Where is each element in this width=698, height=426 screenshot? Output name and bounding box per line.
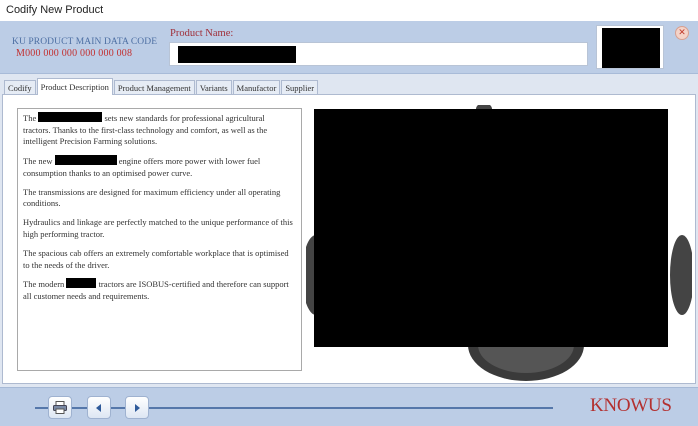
paragraph-text: The new: [23, 156, 53, 167]
product-image: [306, 105, 692, 381]
product-name-field[interactable]: [169, 42, 588, 66]
description-paragraph-4: Hydraulics and linkage are perfectly mat…: [23, 217, 293, 239]
tab-product-management[interactable]: Product Management: [113, 80, 195, 95]
knowus-logo: KNOWUS: [590, 395, 672, 416]
redacted-text: [66, 278, 97, 289]
title-bar: Codify New Product: [0, 0, 698, 21]
content-area: Codify Product Description Product Manag…: [0, 74, 698, 387]
tab-supplier[interactable]: Supplier: [281, 80, 319, 95]
code-value: M000 000 000 000 000 008: [16, 48, 133, 59]
description-paragraph-2: The new engine offers more power with lo…: [23, 155, 293, 179]
tab-manufactor[interactable]: Manufactor: [232, 80, 281, 95]
redacted-product-image: [314, 109, 668, 347]
close-icon: ✕: [678, 28, 686, 38]
arrow-left-icon: [96, 403, 101, 412]
tab-product-description[interactable]: Product Description: [36, 78, 113, 95]
redacted-text: [38, 112, 103, 122]
description-paragraph-5: The spacious cab offers an extremely com…: [23, 247, 289, 270]
redacted-product-name: [178, 46, 296, 63]
tab-bar: Codify Product Description Product Manag…: [4, 78, 319, 95]
description-paragraph-3: The transmissions are designed for maxim…: [23, 186, 281, 209]
code-label: KU PRODUCT MAIN DATA CODE: [12, 37, 158, 47]
paragraph-text: The modern: [23, 279, 65, 290]
arrow-right-icon: [135, 403, 140, 412]
next-button[interactable]: [125, 396, 149, 419]
navigation-track: [35, 407, 553, 409]
description-panel: The sets new standards for professional …: [2, 94, 696, 384]
product-header: KU PRODUCT MAIN DATA CODE M000 000 000 0…: [0, 21, 698, 74]
product-thumbnail[interactable]: [596, 25, 664, 69]
redacted-thumbnail: [602, 28, 660, 68]
printer-icon: [53, 401, 67, 414]
description-paragraph-1: The sets new standards for professional …: [23, 112, 293, 148]
close-button[interactable]: ✕: [675, 26, 689, 40]
product-name-label: Product Name:: [170, 28, 234, 39]
redacted-text: [54, 155, 117, 166]
tab-codify[interactable]: Codify: [4, 80, 36, 95]
print-button[interactable]: [48, 396, 72, 419]
description-paragraph-6: The modern tractors are ISOBUS-certified…: [23, 278, 293, 302]
footer-bar: KNOWUS: [0, 387, 698, 426]
window-title: Codify New Product: [6, 4, 104, 16]
paragraph-text: The: [23, 113, 37, 123]
description-textbox[interactable]: The sets new standards for professional …: [17, 108, 302, 371]
tab-variants[interactable]: Variants: [195, 80, 232, 95]
previous-button[interactable]: [87, 396, 111, 419]
